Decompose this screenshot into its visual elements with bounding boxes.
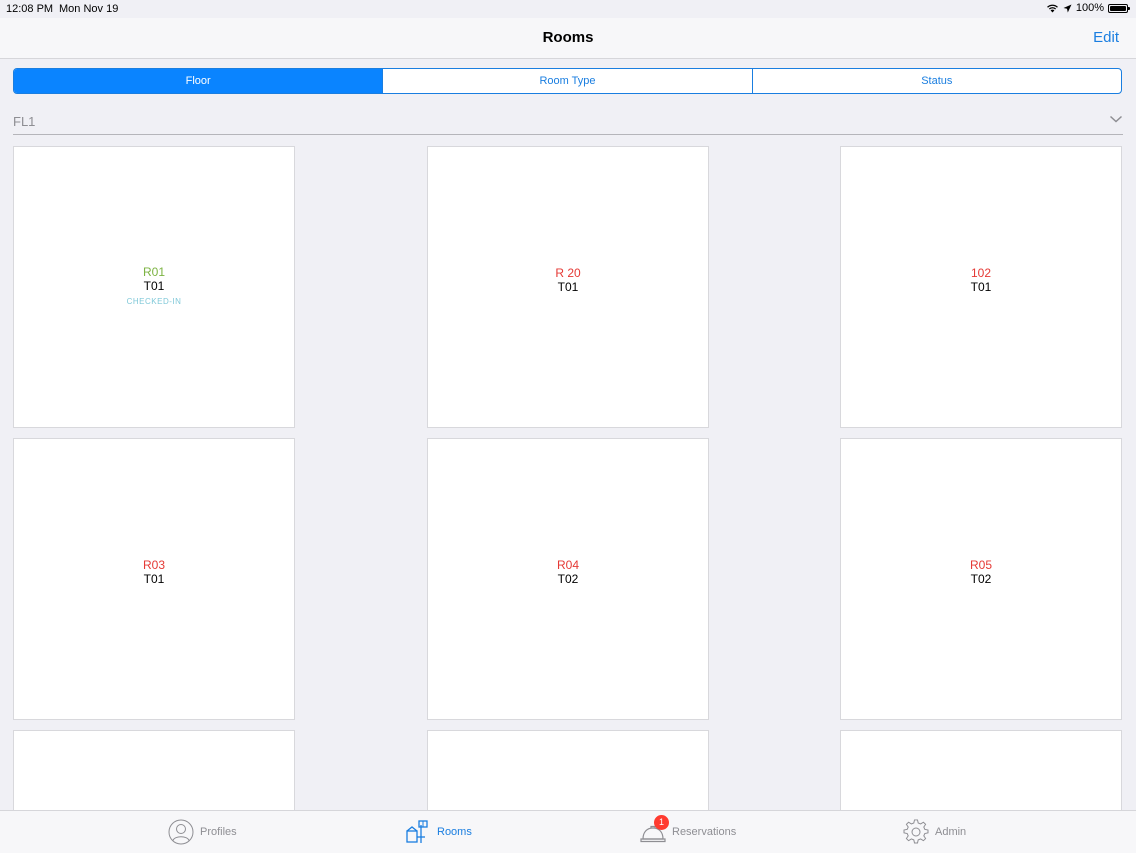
room-card[interactable]: R03 T01	[13, 438, 295, 720]
room-type: T01	[143, 279, 165, 293]
room-card[interactable]: R 20 T01	[427, 146, 709, 428]
room-card[interactable]: R05 T02	[840, 438, 1122, 720]
room-grid: R01 T01 CHECKED-IN R 20 T01 102 T01 R03 …	[0, 0, 1136, 852]
tab-reservations-label: Reservations	[672, 826, 737, 838]
room-name: R01	[142, 265, 165, 279]
gear-icon	[903, 819, 929, 844]
reservations-badge: 1	[654, 815, 669, 830]
tab-rooms-label: Rooms	[437, 826, 472, 838]
room-type: T01	[970, 280, 992, 294]
tab-profiles[interactable]: Profiles	[168, 811, 237, 853]
room-name: R 20	[555, 266, 581, 280]
room-type: T01	[143, 572, 165, 586]
room-card[interactable]	[840, 730, 1122, 812]
room-card[interactable]	[13, 730, 295, 812]
housekeeping-icon	[406, 820, 428, 843]
room-status: CHECKED-IN	[126, 297, 182, 306]
person-icon	[168, 819, 194, 845]
room-name: R05	[969, 558, 992, 572]
room-type: T01	[557, 280, 579, 294]
tab-admin-label: Admin	[935, 826, 967, 838]
room-card[interactable]: R01 T01 CHECKED-IN	[13, 146, 295, 428]
room-name: 102	[970, 266, 992, 280]
room-card[interactable]: R04 T02	[427, 438, 709, 720]
room-name: R03	[142, 558, 165, 572]
tab-rooms[interactable]: Rooms	[405, 811, 472, 853]
room-card[interactable]: 102 T01	[840, 146, 1122, 428]
tab-reservations[interactable]: 1 Reservations	[640, 811, 736, 853]
room-type: T02	[557, 572, 579, 586]
room-card[interactable]	[427, 730, 709, 812]
tab-profiles-label: Profiles	[200, 826, 237, 838]
tab-admin[interactable]: Admin	[903, 811, 966, 853]
room-type: T02	[970, 572, 992, 586]
tab-bar: Profiles Rooms 1 Reservations Admin	[0, 810, 1136, 853]
room-name: R04	[556, 558, 579, 572]
